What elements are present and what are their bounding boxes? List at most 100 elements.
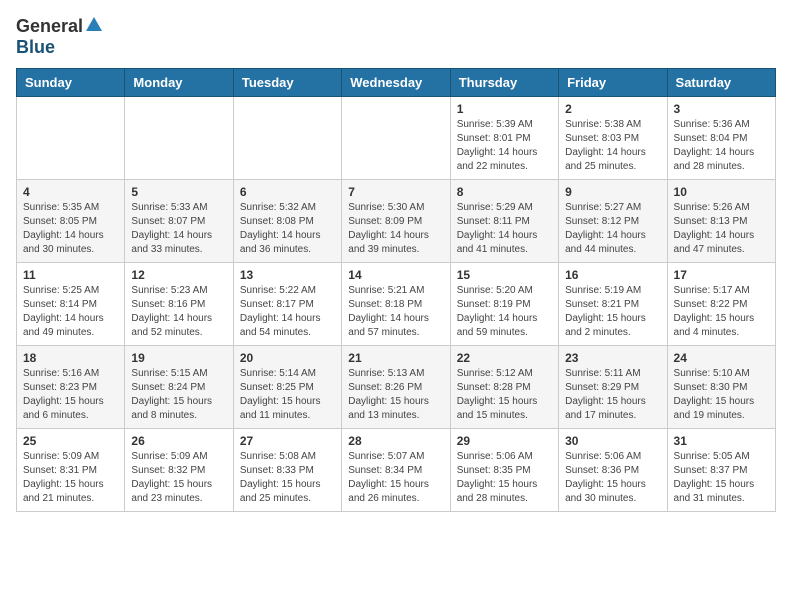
calendar-cell: 15 Sunrise: 5:20 AM Sunset: 8:19 PM Dayli… bbox=[450, 263, 558, 346]
day-number: 14 bbox=[348, 268, 443, 282]
calendar-cell: 16Sunrise: 5:19 AM Sunset: 8:21 PM Dayli… bbox=[559, 263, 667, 346]
calendar-week-4: 18 Sunrise: 5:16 AM Sunset: 8:23 PM Dayli… bbox=[17, 346, 776, 429]
calendar-cell: 22Sunrise: 5:12 AM Sunset: 8:28 PM Dayli… bbox=[450, 346, 558, 429]
day-info: Sunrise: 5:35 AM Sunset: 8:05 PM Dayligh… bbox=[23, 201, 118, 257]
calendar-cell: 21 Sunrise: 5:13 AM Sunset: 8:26 PM Dayli… bbox=[342, 346, 450, 429]
day-number: 3 bbox=[674, 102, 769, 116]
calendar-week-3: 11Sunrise: 5:25 AM Sunset: 8:14 PM Dayli… bbox=[17, 263, 776, 346]
calendar-cell: 8 Sunrise: 5:29 AM Sunset: 8:11 PM Daylig… bbox=[450, 180, 558, 263]
day-number: 30 bbox=[565, 434, 660, 448]
page-header: General Blue bbox=[16, 16, 776, 58]
day-number: 11 bbox=[23, 268, 118, 282]
calendar-table: SundayMondayTuesdayWednesdayThursdayFrid… bbox=[16, 68, 776, 512]
day-info: Sunrise: 5:21 AM Sunset: 8:18 PM Dayligh… bbox=[348, 284, 443, 340]
day-number: 7 bbox=[348, 185, 443, 199]
calendar-cell: 2 Sunrise: 5:38 AM Sunset: 8:03 PM Daylig… bbox=[559, 97, 667, 180]
day-info: Sunrise: 5:08 AM Sunset: 8:33 PM Dayligh… bbox=[240, 450, 335, 506]
calendar-cell: 5 Sunrise: 5:33 AM Sunset: 8:07 PM Daylig… bbox=[125, 180, 233, 263]
day-info: Sunrise: 5:17 AM Sunset: 8:22 PM Dayligh… bbox=[674, 284, 769, 340]
day-info: Sunrise: 5:14 AM Sunset: 8:25 PM Dayligh… bbox=[240, 367, 335, 423]
day-info: Sunrise: 5:30 AM Sunset: 8:09 PM Dayligh… bbox=[348, 201, 443, 257]
day-number: 16 bbox=[565, 268, 660, 282]
day-info: Sunrise: 5:06 AM Sunset: 8:35 PM Dayligh… bbox=[457, 450, 552, 506]
day-info: Sunrise: 5:07 AM Sunset: 8:34 PM Dayligh… bbox=[348, 450, 443, 506]
day-number: 10 bbox=[674, 185, 769, 199]
day-info: Sunrise: 5:13 AM Sunset: 8:26 PM Dayligh… bbox=[348, 367, 443, 423]
calendar-cell: 18 Sunrise: 5:16 AM Sunset: 8:23 PM Dayli… bbox=[17, 346, 125, 429]
calendar-cell: 29Sunrise: 5:06 AM Sunset: 8:35 PM Dayli… bbox=[450, 429, 558, 512]
day-number: 2 bbox=[565, 102, 660, 116]
day-info: Sunrise: 5:22 AM Sunset: 8:17 PM Dayligh… bbox=[240, 284, 335, 340]
weekday-header-monday: Monday bbox=[125, 69, 233, 97]
day-number: 28 bbox=[348, 434, 443, 448]
day-info: Sunrise: 5:10 AM Sunset: 8:30 PM Dayligh… bbox=[674, 367, 769, 423]
day-number: 5 bbox=[131, 185, 226, 199]
calendar-cell: 6Sunrise: 5:32 AM Sunset: 8:08 PM Daylig… bbox=[233, 180, 341, 263]
day-info: Sunrise: 5:36 AM Sunset: 8:04 PM Dayligh… bbox=[674, 118, 769, 174]
logo: General Blue bbox=[16, 16, 102, 58]
day-info: Sunrise: 5:11 AM Sunset: 8:29 PM Dayligh… bbox=[565, 367, 660, 423]
calendar-cell: 14 Sunrise: 5:21 AM Sunset: 8:18 PM Dayli… bbox=[342, 263, 450, 346]
day-info: Sunrise: 5:29 AM Sunset: 8:11 PM Dayligh… bbox=[457, 201, 552, 257]
day-number: 1 bbox=[457, 102, 552, 116]
calendar-cell bbox=[17, 97, 125, 180]
day-info: Sunrise: 5:38 AM Sunset: 8:03 PM Dayligh… bbox=[565, 118, 660, 174]
day-number: 26 bbox=[131, 434, 226, 448]
day-number: 23 bbox=[565, 351, 660, 365]
calendar-cell: 26Sunrise: 5:09 AM Sunset: 8:32 PM Dayli… bbox=[125, 429, 233, 512]
calendar-cell: 1 Sunrise: 5:39 AM Sunset: 8:01 PM Daylig… bbox=[450, 97, 558, 180]
calendar-cell: 28 Sunrise: 5:07 AM Sunset: 8:34 PM Dayli… bbox=[342, 429, 450, 512]
day-number: 6 bbox=[240, 185, 335, 199]
calendar-cell: 10 Sunrise: 5:26 AM Sunset: 8:13 PM Dayli… bbox=[667, 180, 775, 263]
day-number: 8 bbox=[457, 185, 552, 199]
day-number: 17 bbox=[674, 268, 769, 282]
day-number: 12 bbox=[131, 268, 226, 282]
day-info: Sunrise: 5:09 AM Sunset: 8:31 PM Dayligh… bbox=[23, 450, 118, 506]
day-number: 25 bbox=[23, 434, 118, 448]
calendar-cell: 31 Sunrise: 5:05 AM Sunset: 8:37 PM Dayli… bbox=[667, 429, 775, 512]
day-number: 4 bbox=[23, 185, 118, 199]
calendar-cell: 20 Sunrise: 5:14 AM Sunset: 8:25 PM Dayli… bbox=[233, 346, 341, 429]
calendar-cell bbox=[125, 97, 233, 180]
calendar-cell: 19 Sunrise: 5:15 AM Sunset: 8:24 PM Dayli… bbox=[125, 346, 233, 429]
calendar-cell: 24 Sunrise: 5:10 AM Sunset: 8:30 PM Dayli… bbox=[667, 346, 775, 429]
logo-blue-text: Blue bbox=[16, 37, 55, 57]
day-info: Sunrise: 5:26 AM Sunset: 8:13 PM Dayligh… bbox=[674, 201, 769, 257]
day-number: 15 bbox=[457, 268, 552, 282]
day-number: 19 bbox=[131, 351, 226, 365]
calendar-header-row: SundayMondayTuesdayWednesdayThursdayFrid… bbox=[17, 69, 776, 97]
day-number: 9 bbox=[565, 185, 660, 199]
calendar-cell bbox=[233, 97, 341, 180]
calendar-cell: 27 Sunrise: 5:08 AM Sunset: 8:33 PM Dayli… bbox=[233, 429, 341, 512]
calendar-cell: 25 Sunrise: 5:09 AM Sunset: 8:31 PM Dayli… bbox=[17, 429, 125, 512]
logo-triangle-icon bbox=[86, 17, 102, 36]
calendar-week-2: 4 Sunrise: 5:35 AM Sunset: 8:05 PM Daylig… bbox=[17, 180, 776, 263]
day-info: Sunrise: 5:05 AM Sunset: 8:37 PM Dayligh… bbox=[674, 450, 769, 506]
day-info: Sunrise: 5:16 AM Sunset: 8:23 PM Dayligh… bbox=[23, 367, 118, 423]
day-number: 18 bbox=[23, 351, 118, 365]
logo-general-text: General bbox=[16, 16, 83, 37]
calendar-cell: 4 Sunrise: 5:35 AM Sunset: 8:05 PM Daylig… bbox=[17, 180, 125, 263]
calendar-cell: 3 Sunrise: 5:36 AM Sunset: 8:04 PM Daylig… bbox=[667, 97, 775, 180]
calendar-cell: 11Sunrise: 5:25 AM Sunset: 8:14 PM Dayli… bbox=[17, 263, 125, 346]
day-number: 31 bbox=[674, 434, 769, 448]
day-number: 21 bbox=[348, 351, 443, 365]
day-number: 27 bbox=[240, 434, 335, 448]
calendar-week-5: 25 Sunrise: 5:09 AM Sunset: 8:31 PM Dayli… bbox=[17, 429, 776, 512]
day-info: Sunrise: 5:15 AM Sunset: 8:24 PM Dayligh… bbox=[131, 367, 226, 423]
calendar-week-1: 1 Sunrise: 5:39 AM Sunset: 8:01 PM Daylig… bbox=[17, 97, 776, 180]
day-info: Sunrise: 5:06 AM Sunset: 8:36 PM Dayligh… bbox=[565, 450, 660, 506]
weekday-header-wednesday: Wednesday bbox=[342, 69, 450, 97]
calendar-cell: 13Sunrise: 5:22 AM Sunset: 8:17 PM Dayli… bbox=[233, 263, 341, 346]
calendar-cell: 9Sunrise: 5:27 AM Sunset: 8:12 PM Daylig… bbox=[559, 180, 667, 263]
weekday-header-saturday: Saturday bbox=[667, 69, 775, 97]
day-info: Sunrise: 5:39 AM Sunset: 8:01 PM Dayligh… bbox=[457, 118, 552, 174]
day-number: 22 bbox=[457, 351, 552, 365]
calendar-cell: 12Sunrise: 5:23 AM Sunset: 8:16 PM Dayli… bbox=[125, 263, 233, 346]
day-number: 20 bbox=[240, 351, 335, 365]
day-info: Sunrise: 5:33 AM Sunset: 8:07 PM Dayligh… bbox=[131, 201, 226, 257]
calendar-cell: 17 Sunrise: 5:17 AM Sunset: 8:22 PM Dayli… bbox=[667, 263, 775, 346]
day-info: Sunrise: 5:20 AM Sunset: 8:19 PM Dayligh… bbox=[457, 284, 552, 340]
calendar-cell: 23 Sunrise: 5:11 AM Sunset: 8:29 PM Dayli… bbox=[559, 346, 667, 429]
day-number: 24 bbox=[674, 351, 769, 365]
